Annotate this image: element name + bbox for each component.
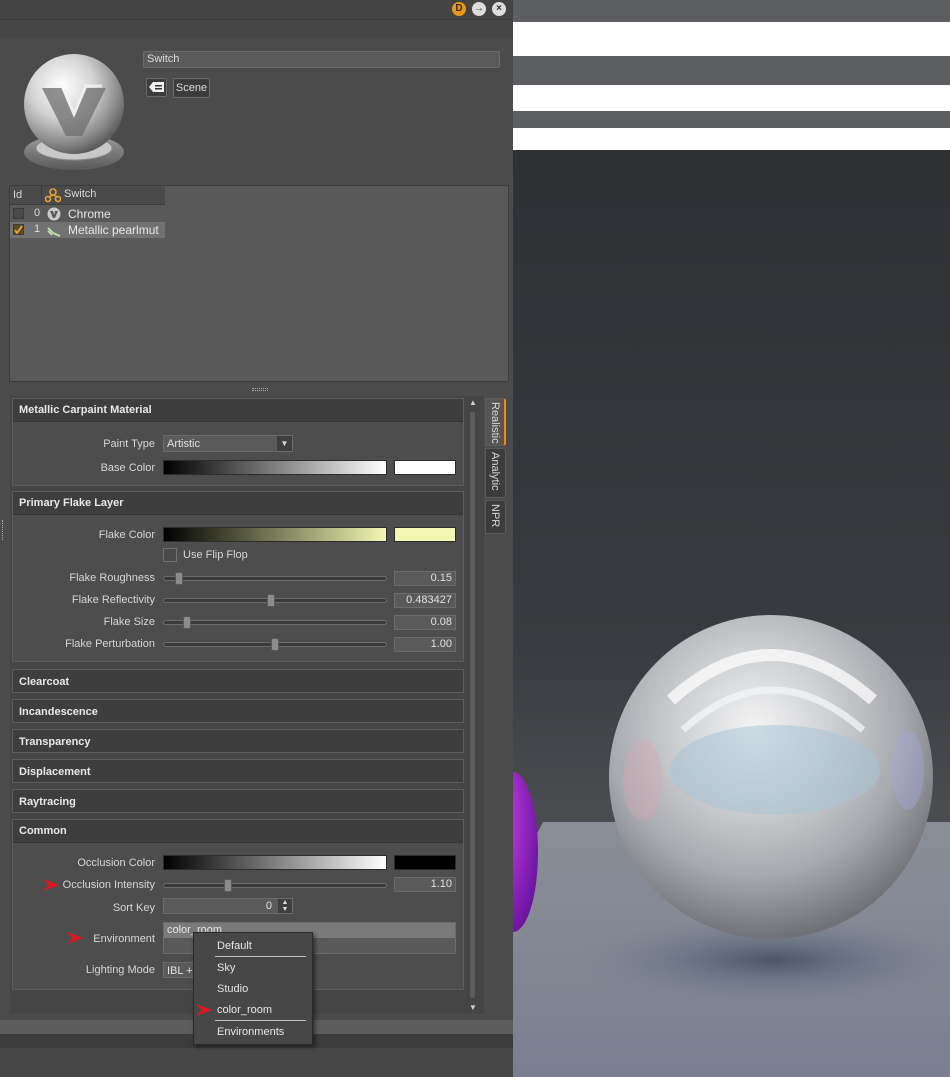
list-item-checkbox[interactable] (13, 224, 24, 235)
list-item[interactable]: 1 Metallic pearlmut (10, 222, 165, 238)
transparency-group-header[interactable]: Transparency (12, 729, 464, 753)
flake-perturbation-slider[interactable] (163, 638, 387, 651)
panel-title-bar: D → × (0, 0, 513, 20)
paint-type-dropdown[interactable]: Artistic ▼ (163, 435, 293, 452)
checkmark-icon (14, 225, 23, 235)
red-arrow-marker (67, 932, 83, 944)
scroll-down-icon[interactable]: ▼ (469, 1003, 477, 1012)
scene-button[interactable]: Scene (173, 78, 210, 98)
flake-roughness-value[interactable]: 0.15 (394, 571, 456, 586)
flake-color-label: Flake Color (98, 529, 155, 541)
group-header[interactable]: Primary Flake Layer (13, 492, 463, 515)
tag-button[interactable] (146, 78, 167, 97)
occlusion-color-swatch[interactable] (394, 855, 456, 870)
base-color-label: Base Color (100, 462, 155, 474)
list-header: Id Switch (10, 186, 165, 205)
flake-size-slider[interactable] (163, 616, 387, 629)
use-flip-flop-checkbox[interactable] (163, 548, 177, 562)
flake-reflectivity-slider[interactable] (163, 594, 387, 607)
scroll-up-icon[interactable]: ▲ (469, 398, 477, 407)
switch-list[interactable]: Id Switch 0 Chrome 1 Metallic pearlmut (9, 185, 509, 382)
chrome-material-icon (47, 207, 61, 221)
flake-perturbation-label: Flake Perturbation (65, 638, 155, 650)
tab-analytic[interactable]: Analytic (485, 448, 506, 498)
sort-key-spinbox[interactable]: 0 ▲ ▼ (163, 898, 293, 914)
use-flip-flop-label: Use Flip Flop (183, 549, 248, 561)
tab-npr[interactable]: NPR (485, 500, 506, 534)
occlusion-intensity-value[interactable]: 1.10 (394, 877, 456, 892)
arrow-icon[interactable]: → (472, 2, 486, 16)
environment-menu[interactable]: Default Sky Studio color_room Environmen… (193, 932, 313, 1045)
menu-item-default[interactable]: Default (194, 936, 312, 956)
status-bar (0, 1048, 513, 1077)
tag-icon (149, 82, 164, 92)
incandescence-group-header[interactable]: Incandescence (12, 699, 464, 723)
list-item[interactable]: 0 Chrome (10, 206, 165, 222)
tab-label: Realistic (489, 402, 501, 444)
flake-roughness-slider[interactable] (163, 572, 387, 585)
clearcoat-group-header[interactable]: Clearcoat (12, 669, 464, 693)
menu-item-environments[interactable]: Environments (194, 1022, 312, 1042)
properties-scrollbar[interactable]: ▲ ▼ (466, 398, 480, 1012)
splitter-handle[interactable] (252, 388, 268, 391)
sort-key-value: 0 (265, 900, 272, 912)
carpaint-material-icon (47, 227, 61, 237)
list-item-id: 1 (34, 223, 41, 235)
switch-icon (45, 188, 61, 203)
material-preview-icon (24, 54, 124, 170)
occlusion-color-gradient[interactable] (163, 855, 387, 870)
menu-item-studio[interactable]: Studio (194, 979, 312, 999)
flake-reflectivity-value[interactable]: 0.483427 (394, 593, 456, 608)
flake-perturbation-value[interactable]: 1.00 (394, 637, 456, 652)
column-switch[interactable]: Switch (64, 188, 96, 200)
material-name-field[interactable]: Switch (143, 51, 500, 68)
flake-color-swatch[interactable] (394, 527, 456, 542)
slider-knob[interactable] (271, 638, 279, 651)
paint-type-label: Paint Type (103, 438, 155, 450)
tab-label: NPR (489, 504, 501, 528)
slider-knob[interactable] (224, 879, 232, 892)
flake-group: Primary Flake Layer Flake Color Use Flip… (12, 491, 464, 662)
list-item-label: Chrome (68, 207, 111, 221)
list-item-checkbox[interactable] (13, 208, 24, 219)
scrollbar-thumb[interactable] (470, 412, 475, 998)
flake-color-gradient[interactable] (163, 527, 387, 542)
red-arrow-marker (43, 879, 59, 891)
lighting-mode-label: Lighting Mode (85, 964, 155, 976)
group-header[interactable]: Common (13, 820, 463, 843)
flake-size-value[interactable]: 0.08 (394, 615, 456, 630)
occlusion-intensity-slider[interactable] (163, 879, 387, 892)
group-header[interactable]: Metallic Carpaint Material (13, 399, 463, 422)
property-editor: Metallic Carpaint Material Paint Type Ar… (10, 396, 484, 1014)
base-color-gradient[interactable] (163, 460, 387, 475)
base-color-swatch[interactable] (394, 460, 456, 475)
paint-type-value: Artistic (167, 438, 200, 450)
carpaint-group: Metallic Carpaint Material Paint Type Ar… (12, 398, 464, 486)
dock-icon[interactable]: D (452, 2, 466, 16)
red-arrow-marker (196, 1004, 212, 1016)
displacement-group-header[interactable]: Displacement (12, 759, 464, 783)
tab-label: Analytic (489, 452, 501, 491)
sort-key-label: Sort Key (112, 902, 155, 914)
occlusion-color-label: Occlusion Color (77, 857, 155, 869)
close-icon[interactable]: × (492, 2, 506, 16)
tab-realistic[interactable]: Realistic (485, 398, 506, 446)
slider-knob[interactable] (267, 594, 275, 607)
raytracing-group-header[interactable]: Raytracing (12, 789, 464, 813)
spin-arrows-icon[interactable]: ▲ ▼ (278, 899, 292, 913)
occlusion-intensity-label: Occlusion Intensity (62, 879, 155, 891)
list-item-label: Metallic pearlmut (68, 223, 159, 237)
column-id[interactable]: Id (13, 189, 22, 201)
slider-knob[interactable] (175, 572, 183, 585)
slider-knob[interactable] (183, 616, 191, 629)
flake-size-label: Flake Size (103, 616, 155, 628)
list-item-id: 0 (34, 207, 41, 219)
menu-item-sky[interactable]: Sky (194, 958, 312, 978)
flake-reflectivity-label: Flake Reflectivity (71, 594, 155, 606)
chevron-down-icon: ▼ (277, 436, 292, 451)
material-editor-panel: D → × Switch Scene Id Switch 0 Chrome 1 … (0, 0, 513, 1077)
flake-roughness-label: Flake Roughness (69, 572, 155, 584)
render-viewport[interactable] (513, 0, 950, 1077)
panel-toolbar (0, 20, 513, 38)
